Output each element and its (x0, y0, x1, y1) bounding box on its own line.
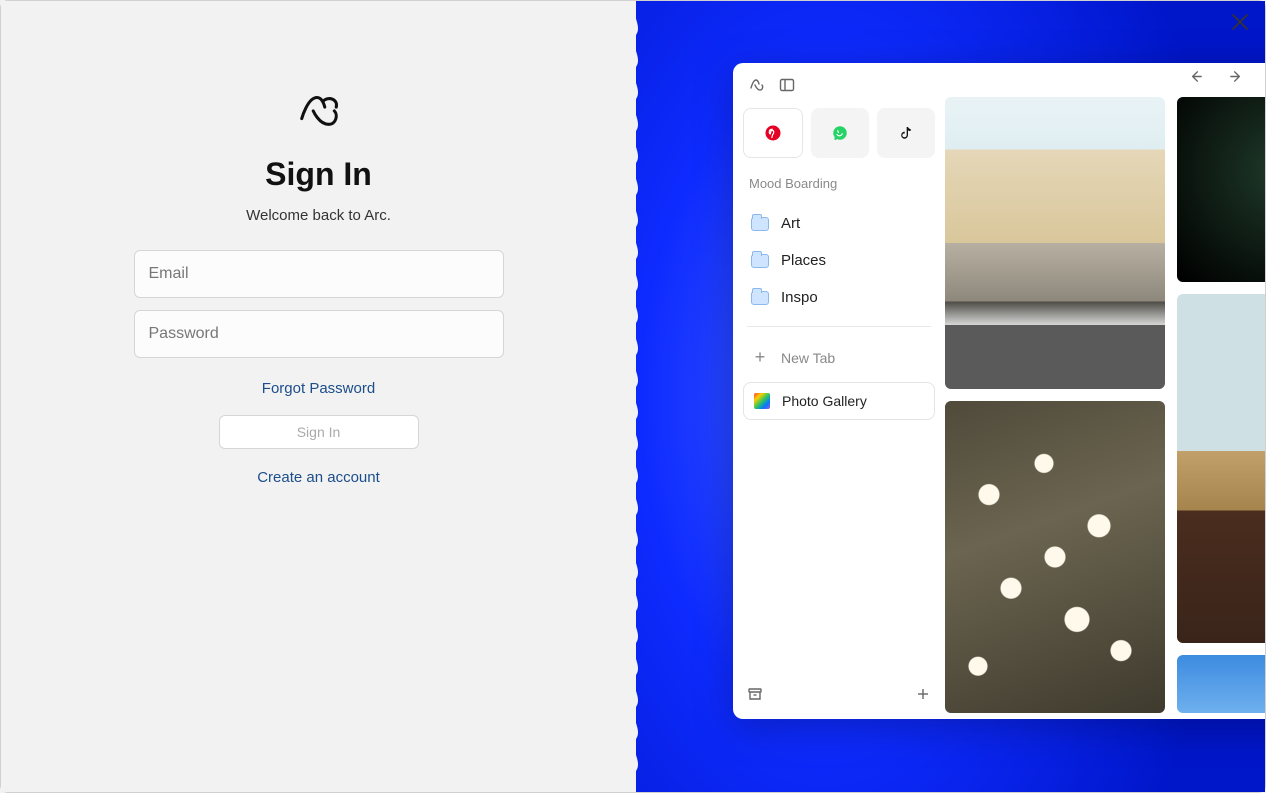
arrow-right-icon (1229, 69, 1244, 84)
new-tab-label: New Tab (781, 350, 835, 366)
pinned-site-tiktok[interactable] (877, 108, 935, 158)
tab-label: Photo Gallery (782, 393, 867, 409)
forgot-password-link[interactable]: Forgot Password (262, 380, 375, 397)
gallery-image[interactable] (945, 401, 1165, 713)
pinned-sites-row (743, 108, 935, 158)
arc-menu-icon[interactable] (749, 77, 765, 98)
folder-places[interactable]: Places (743, 242, 935, 279)
folder-icon (751, 254, 769, 268)
archive-icon (747, 686, 763, 702)
pinterest-icon (764, 124, 782, 142)
browser-preview-window: Mood Boarding Art Places Inspo + New Tab… (733, 63, 1265, 719)
signin-title: Sign In (265, 156, 372, 193)
tiktok-icon (898, 124, 914, 142)
folder-icon (751, 291, 769, 305)
new-tab-button[interactable]: + New Tab (743, 337, 935, 378)
arrow-left-icon (1188, 69, 1203, 84)
sidebar-divider (747, 326, 931, 327)
nav-forward-button[interactable] (1229, 69, 1244, 89)
password-field[interactable] (134, 310, 504, 358)
browser-content (945, 69, 1265, 713)
nav-back-button[interactable] (1188, 69, 1203, 89)
folder-inspo[interactable]: Inspo (743, 279, 935, 316)
favicon-icon (754, 393, 770, 409)
close-window-button[interactable] (1229, 11, 1251, 33)
signin-pane: Sign In Welcome back to Arc. Forgot Pass… (1, 1, 636, 792)
welcome-text: Welcome back to Arc. (246, 207, 391, 224)
torn-edge-decoration (636, 1, 649, 792)
browser-sidebar: Mood Boarding Art Places Inspo + New Tab… (739, 69, 939, 713)
gallery-image[interactable] (945, 97, 1165, 389)
photo-gallery (945, 97, 1265, 713)
create-account-link[interactable]: Create an account (257, 469, 380, 486)
pinned-site-pinterest[interactable] (743, 108, 803, 158)
sidebar-toggle-icon[interactable] (779, 77, 795, 98)
tab-photo-gallery[interactable]: Photo Gallery (743, 382, 935, 420)
folder-label: Places (781, 252, 826, 269)
archive-button[interactable] (747, 686, 763, 707)
close-icon (1229, 11, 1251, 33)
preview-pane: Mood Boarding Art Places Inspo + New Tab… (636, 1, 1265, 792)
gallery-image[interactable] (1177, 294, 1265, 643)
gallery-image[interactable] (1177, 655, 1265, 713)
pinned-site-whatsapp[interactable] (811, 108, 869, 158)
folder-icon (751, 217, 769, 231)
gallery-image[interactable] (1177, 97, 1265, 282)
plus-icon (915, 686, 931, 702)
email-field[interactable] (134, 250, 504, 298)
folder-label: Art (781, 215, 800, 232)
arc-logo-icon (296, 89, 342, 134)
whatsapp-icon (831, 124, 849, 142)
space-label: Mood Boarding (743, 176, 935, 191)
folder-label: Inspo (781, 289, 818, 306)
folder-art[interactable]: Art (743, 205, 935, 242)
plus-icon: + (751, 347, 769, 368)
signin-button[interactable]: Sign In (219, 415, 419, 449)
add-button[interactable] (915, 686, 931, 707)
